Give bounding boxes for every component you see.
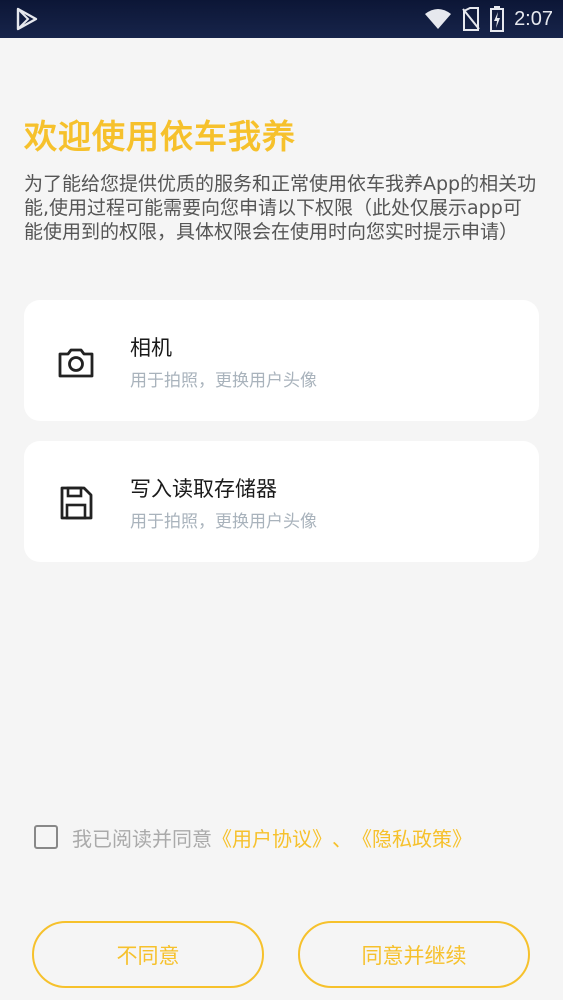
permission-desc: 用于拍照，更换用户头像	[130, 512, 317, 532]
agree-continue-button[interactable]: 同意并继续	[298, 921, 530, 988]
play-store-icon	[16, 7, 38, 31]
permission-card-storage: 写入读取存储器 用于拍照，更换用户头像	[24, 441, 539, 562]
save-icon	[60, 486, 93, 520]
agreement-separator: 、	[332, 826, 352, 851]
user-agreement-link[interactable]: 《用户协议》	[212, 823, 332, 852]
page-title: 欢迎使用依车我养	[24, 117, 296, 156]
battery-icon	[490, 6, 505, 32]
system-icons: 2:07	[424, 6, 553, 32]
permission-card-camera: 相机 用于拍照，更换用户头像	[24, 300, 539, 421]
disagree-button[interactable]: 不同意	[32, 921, 264, 988]
agreement-row: 我已阅读并同意 《用户协议》 、 《隐私政策》	[34, 822, 472, 852]
agree-checkbox[interactable]	[34, 825, 58, 849]
intro-text: 为了能给您提供优质的服务和正常使用依车我养App的相关功能,使用过程可能需要向您…	[24, 173, 537, 243]
status-bar: 2:07	[0, 0, 563, 38]
permission-name: 相机	[130, 336, 172, 360]
permission-desc: 用于拍照，更换用户头像	[130, 371, 317, 391]
privacy-policy-link[interactable]: 《隐私政策》	[352, 823, 472, 852]
wifi-icon	[425, 9, 452, 29]
camera-icon	[58, 348, 94, 378]
agreement-prefix: 我已阅读并同意	[72, 826, 212, 851]
clock: 2:07	[514, 7, 553, 30]
no-sim-icon	[462, 7, 480, 31]
permission-name: 写入读取存储器	[130, 477, 277, 501]
